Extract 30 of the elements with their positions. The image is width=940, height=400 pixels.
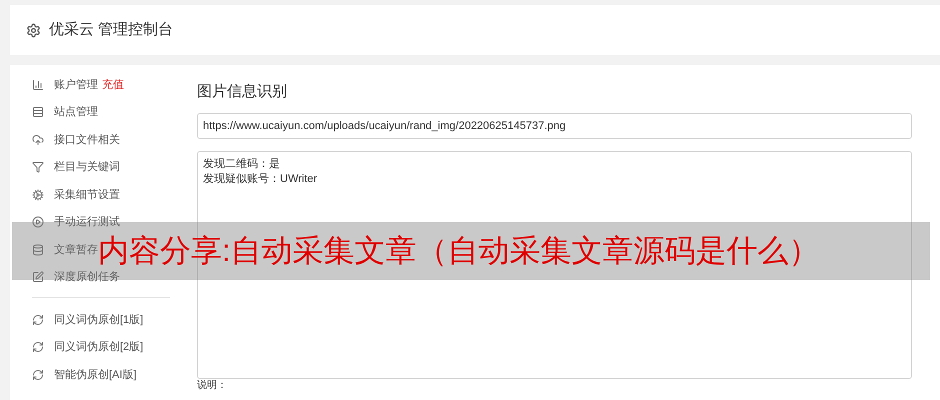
play-icon bbox=[32, 216, 44, 228]
sidebar-item[interactable]: 采集细节设置 bbox=[54, 186, 120, 203]
refresh-icon bbox=[32, 314, 44, 326]
database-icon bbox=[32, 244, 44, 256]
cloud-upload-icon bbox=[32, 134, 44, 146]
sidebar-item[interactable]: 接口文件相关 bbox=[54, 132, 120, 148]
note-label: 说明： bbox=[197, 380, 228, 391]
result-line: 发现疑似账号：UWriter bbox=[203, 172, 318, 187]
console-title: 优采云 管理控制台 bbox=[49, 20, 174, 40]
sidebar-item[interactable]: 栏目与关键词 bbox=[54, 159, 120, 176]
result-line: 发现二维码：是 bbox=[203, 157, 281, 172]
sidebar-item[interactable]: 站点管理 bbox=[54, 104, 98, 120]
url-field[interactable]: https://www.ucaiyun.com/uploads/ucaiyun/rand_img/20220625145737.png bbox=[197, 113, 912, 139]
settings-icon[interactable] bbox=[26, 22, 41, 38]
section-heading: 图片信息识别 bbox=[197, 82, 288, 102]
bar-chart-icon bbox=[32, 78, 44, 91]
sidebar-item[interactable]: 同义词伪原创[2版] bbox=[54, 339, 144, 356]
refresh-icon bbox=[32, 368, 44, 381]
edit-icon bbox=[32, 271, 44, 284]
sidebar-item[interactable]: 手动运行测试 bbox=[54, 214, 120, 230]
gears-icon bbox=[32, 188, 44, 201]
sidebar-item[interactable]: 同义词伪原创[1版] bbox=[54, 312, 144, 328]
sidebar-item[interactable]: 文章暂存 bbox=[54, 242, 98, 258]
sidebar-item[interactable]: 账户管理 bbox=[54, 76, 98, 93]
refresh-icon bbox=[32, 341, 44, 354]
rows-icon bbox=[32, 106, 44, 118]
recharge-link[interactable]: 充值 bbox=[102, 76, 124, 93]
sidebar-item[interactable]: 智能伪原创[AI版] bbox=[54, 366, 137, 383]
filter-icon bbox=[32, 161, 44, 174]
sidebar-item[interactable]: 深度原创任务 bbox=[54, 269, 120, 286]
